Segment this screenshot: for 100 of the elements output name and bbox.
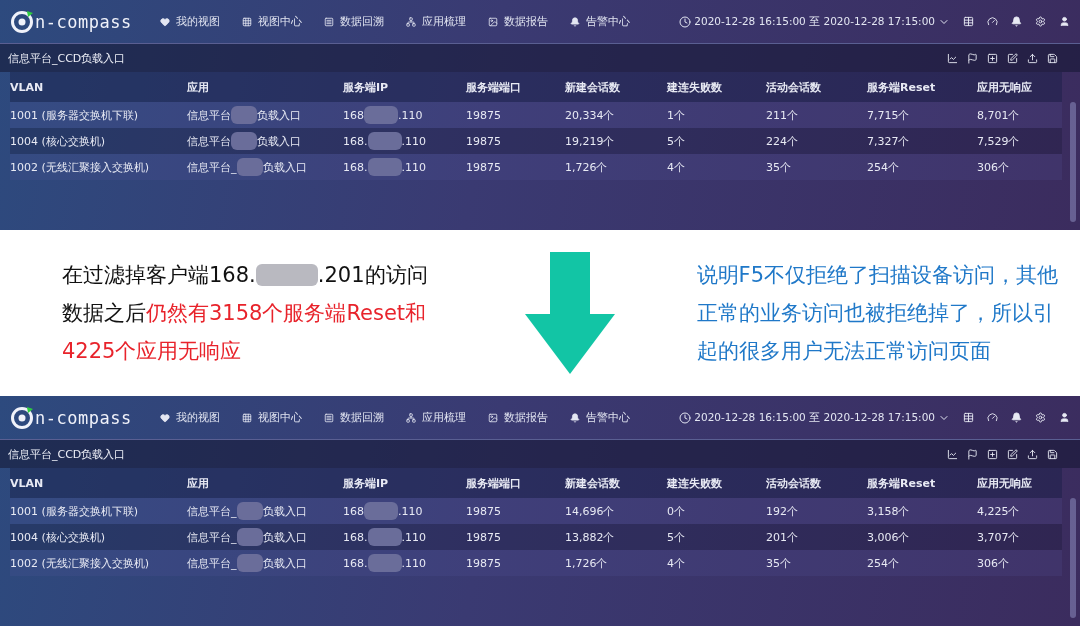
redaction-blur — [255, 264, 318, 286]
table-cell: 306个 — [977, 550, 1062, 576]
nav-item[interactable]: 告警中心 — [569, 410, 630, 425]
time-range-picker[interactable]: 2020-12-28 16:15:00 至 2020-12-28 17:15:00 — [679, 410, 950, 425]
image-icon — [487, 16, 498, 27]
list-icon — [323, 412, 334, 423]
table-cell: 306个 — [977, 154, 1062, 180]
table-cell: .110 — [398, 504, 423, 518]
column-header: 新建会话数 — [565, 72, 667, 102]
redaction-blur — [231, 106, 257, 124]
flag-icon[interactable] — [967, 448, 978, 460]
table-cell: 19875 — [466, 128, 565, 154]
table-icon[interactable] — [963, 16, 974, 27]
table-cell: 5个 — [667, 128, 766, 154]
nav-item[interactable]: 我的视图 — [159, 410, 220, 425]
table-cell: 信息平台_ — [187, 529, 237, 545]
scrollbar[interactable] — [1070, 102, 1076, 222]
table-cell: 224个 — [766, 128, 867, 154]
nav-item[interactable]: 数据回溯 — [323, 14, 384, 29]
column-header: 应用无响应 — [977, 72, 1062, 102]
user-icon[interactable] — [1059, 16, 1070, 27]
table-cell: 1002 (无线汇聚接入交换机) — [10, 550, 187, 576]
user-icon[interactable] — [1059, 412, 1070, 423]
nav-item[interactable]: 应用梳理 — [405, 14, 466, 29]
table-cell: 19875 — [466, 524, 565, 550]
table-cell: 19875 — [466, 102, 565, 128]
column-header: 服务端IP — [343, 468, 466, 498]
table-cell: 4,225个 — [977, 498, 1062, 524]
upload-icon[interactable] — [1027, 448, 1038, 460]
tree-icon — [405, 16, 416, 27]
column-header: 建连失败数 — [667, 72, 766, 102]
settings-icon[interactable] — [1035, 412, 1046, 423]
save-icon[interactable] — [1047, 448, 1058, 460]
table-cell: .110 — [401, 160, 426, 174]
redaction-blur — [364, 106, 398, 124]
save-icon[interactable] — [1047, 52, 1058, 64]
nav-item[interactable]: 应用梳理 — [405, 410, 466, 425]
nav-item[interactable]: 视图中心 — [241, 410, 302, 425]
add-icon[interactable] — [987, 448, 998, 460]
table-cell: 168. — [343, 160, 368, 174]
line-chart-icon[interactable] — [947, 448, 958, 460]
line-chart-icon[interactable] — [947, 52, 958, 64]
table-cell: .110 — [401, 530, 426, 544]
table-cell: 19875 — [466, 498, 565, 524]
nav-item[interactable]: 数据报告 — [487, 410, 548, 425]
table-cell: 168. — [343, 556, 368, 570]
table-cell: 35个 — [766, 154, 867, 180]
panel-title: 信息平台_CCD负载入口 — [8, 50, 126, 66]
grid-icon — [241, 412, 252, 423]
table-cell: 1004 (核心交换机) — [10, 128, 187, 154]
table-cell: 19875 — [466, 550, 565, 576]
table-cell: 负载入口 — [257, 133, 301, 149]
table-cell: 7,715个 — [867, 102, 977, 128]
table-cell: 168. — [343, 134, 368, 148]
column-header: 活动会话数 — [766, 72, 867, 102]
table-cell: 1001 (服务器交换机下联) — [10, 102, 187, 128]
table-cell: 1004 (核心交换机) — [10, 524, 187, 550]
redaction-blur — [367, 158, 402, 176]
table-icon[interactable] — [963, 412, 974, 423]
bell-icon[interactable] — [1011, 412, 1022, 423]
add-icon[interactable] — [987, 52, 998, 64]
column-header: 应用 — [187, 468, 343, 498]
nav-item[interactable]: 数据回溯 — [323, 410, 384, 425]
table-cell: 20,334个 — [565, 102, 667, 128]
nav-item[interactable]: 告警中心 — [569, 14, 630, 29]
table-cell: 负载入口 — [262, 159, 307, 175]
bell-icon[interactable] — [1011, 16, 1022, 27]
time-range-picker[interactable]: 2020-12-28 16:15:00 至 2020-12-28 17:15:00 — [679, 14, 950, 29]
panel-title: 信息平台_CCD负载入口 — [8, 446, 126, 462]
table-cell: 信息平台 — [187, 133, 231, 149]
table-cell: 负载入口 — [262, 555, 307, 571]
nav-item[interactable]: 我的视图 — [159, 14, 220, 29]
settings-icon[interactable] — [1035, 16, 1046, 27]
brand-name: n-compass — [35, 407, 132, 428]
table-cell: .110 — [401, 134, 426, 148]
table-cell: 168 — [343, 504, 364, 518]
table-cell: 35个 — [766, 550, 867, 576]
heart-icon — [159, 16, 170, 27]
table-cell: 信息平台_ — [187, 503, 237, 519]
table-cell: 信息平台 — [187, 107, 231, 123]
table-cell: 负载入口 — [262, 529, 307, 545]
nav-item[interactable]: 数据报告 — [487, 14, 548, 29]
table-cell: 13,882个 — [565, 524, 667, 550]
redaction-blur — [367, 554, 402, 572]
edit-icon[interactable] — [1007, 52, 1018, 64]
gauge-icon[interactable] — [987, 412, 998, 423]
table-cell: 5个 — [667, 524, 766, 550]
gauge-icon[interactable] — [987, 16, 998, 27]
table-cell: 负载入口 — [257, 107, 301, 123]
bell-icon — [569, 412, 580, 423]
nav-item[interactable]: 视图中心 — [241, 14, 302, 29]
compass-logo-icon — [10, 405, 34, 430]
edit-icon[interactable] — [1007, 448, 1018, 460]
table-cell: 254个 — [867, 154, 977, 180]
scrollbar[interactable] — [1070, 498, 1076, 618]
upload-icon[interactable] — [1027, 52, 1038, 64]
highlighted-note-text: 仍然有3158个服务端Reset和 — [146, 300, 427, 327]
column-header: 服务端IP — [343, 72, 466, 102]
flag-icon[interactable] — [967, 52, 978, 64]
table-cell: 1,726个 — [565, 154, 667, 180]
